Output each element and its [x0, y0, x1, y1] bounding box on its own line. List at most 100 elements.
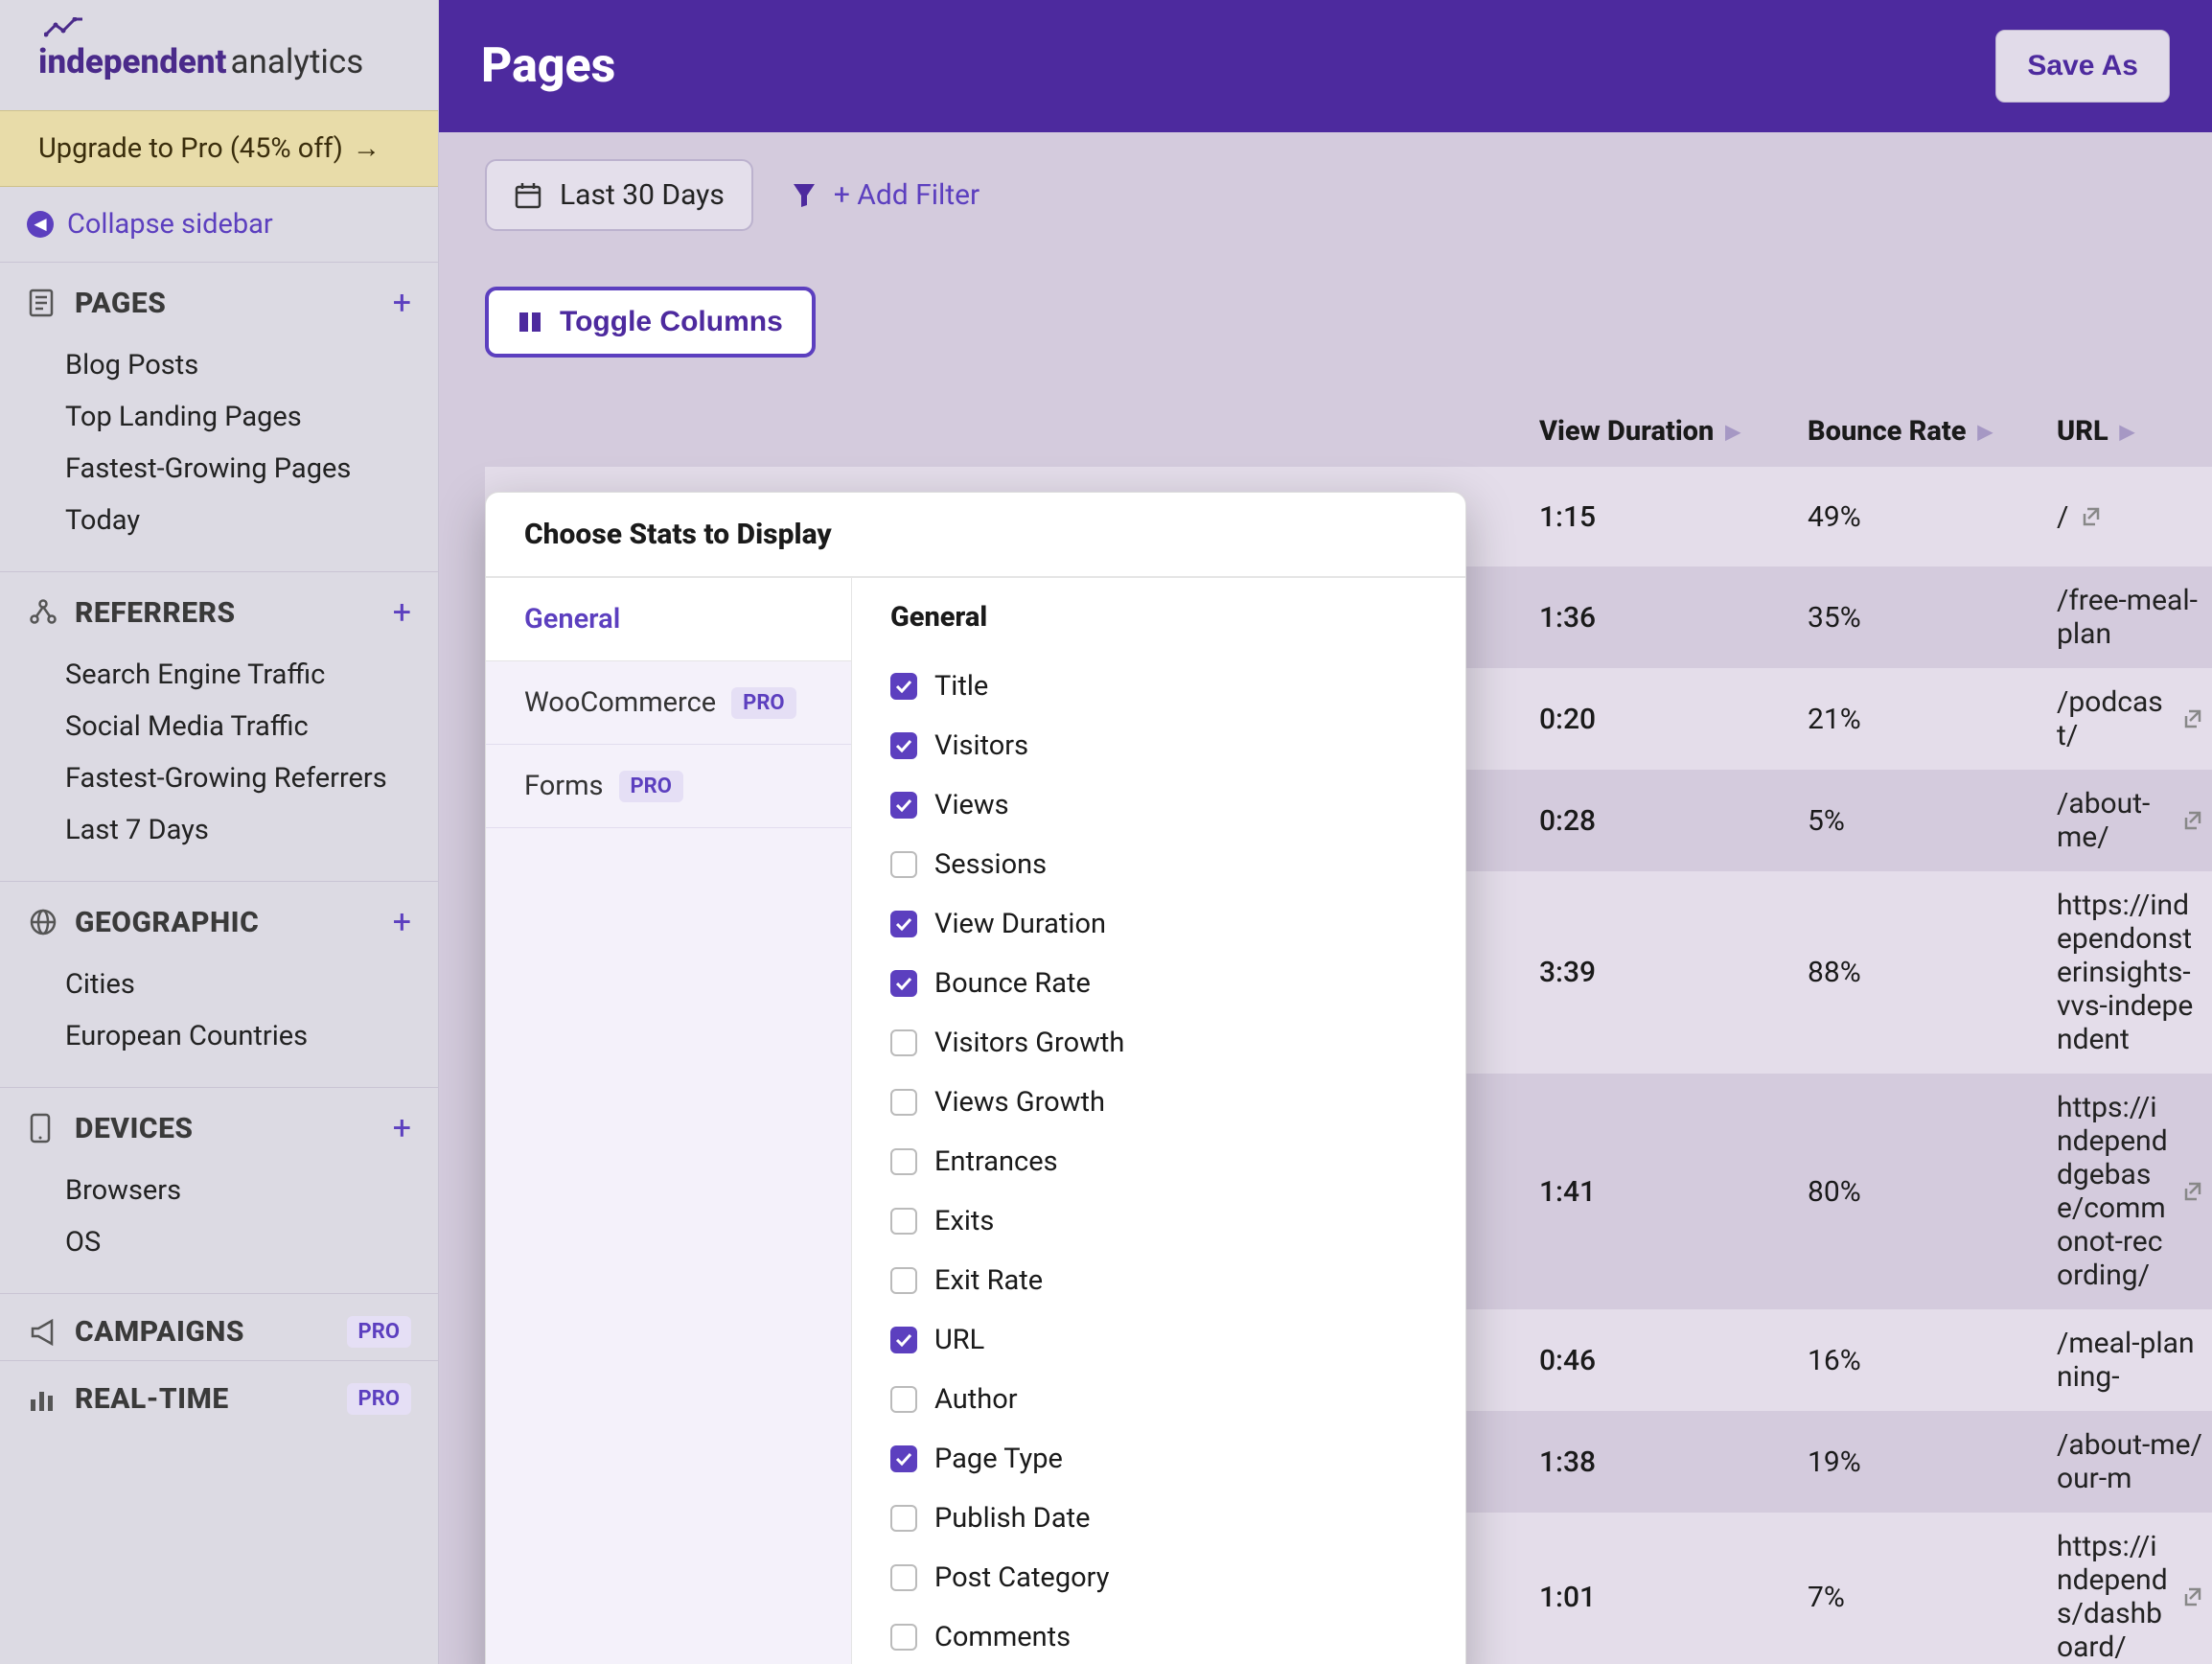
- column-option-entrances[interactable]: Entrances: [890, 1132, 1427, 1191]
- checkbox[interactable]: [890, 970, 917, 997]
- sidebar-item-pages-0[interactable]: Blog Posts: [0, 339, 438, 391]
- checkbox-label: Visitors Growth: [934, 1027, 1124, 1059]
- column-option-views[interactable]: Views: [890, 775, 1427, 835]
- cell-url[interactable]: /: [2057, 500, 2212, 534]
- checkbox[interactable]: [890, 792, 917, 819]
- column-option-bounce-rate[interactable]: Bounce Rate: [890, 954, 1427, 1013]
- sidebar-item-pages-1[interactable]: Top Landing Pages: [0, 391, 438, 443]
- upgrade-text: Upgrade to Pro (45% off): [38, 132, 343, 165]
- popover-tab-woocommerce[interactable]: WooCommercePRO: [486, 661, 851, 745]
- popover-tab-forms[interactable]: FormsPRO: [486, 745, 851, 828]
- checkbox[interactable]: [890, 1386, 917, 1413]
- checkbox-label: Views Growth: [934, 1086, 1105, 1119]
- popover-tab-general[interactable]: General: [486, 578, 851, 661]
- cell-view-duration: 3:39: [1539, 956, 1808, 989]
- upgrade-banner[interactable]: Upgrade to Pro (45% off) →: [0, 110, 438, 187]
- external-link-icon: [2080, 506, 2101, 527]
- column-option-title[interactable]: Title: [890, 657, 1427, 716]
- checkbox[interactable]: [890, 1564, 917, 1591]
- header-bounce-rate[interactable]: Bounce Rate▶: [1808, 415, 2057, 448]
- add-pages-report[interactable]: +: [393, 284, 411, 322]
- checkbox[interactable]: [890, 851, 917, 878]
- pages-icon: [29, 289, 56, 317]
- checkbox[interactable]: [890, 1148, 917, 1175]
- column-option-publish-date[interactable]: Publish Date: [890, 1489, 1427, 1548]
- section-header-campaigns[interactable]: CAMPAIGNS PRO: [0, 1293, 438, 1360]
- external-link-icon: [2181, 708, 2202, 729]
- checkbox[interactable]: [890, 1624, 917, 1651]
- cell-bounce-rate: 88%: [1808, 956, 2057, 989]
- column-option-view-duration[interactable]: View Duration: [890, 894, 1427, 954]
- save-as-button[interactable]: Save As: [1995, 30, 2170, 103]
- toggle-columns-button[interactable]: Toggle Columns: [485, 287, 816, 358]
- date-range-label: Last 30 Days: [560, 178, 725, 212]
- column-option-visitors[interactable]: Visitors: [890, 716, 1427, 775]
- cell-bounce-rate: 16%: [1808, 1344, 2057, 1377]
- section-header-devices: DEVICES +: [0, 1087, 438, 1159]
- checkbox[interactable]: [890, 1445, 917, 1472]
- sidebar-item-pages-3[interactable]: Today: [0, 495, 438, 546]
- sidebar-item-referrers-3[interactable]: Last 7 Days: [0, 804, 438, 856]
- checkbox[interactable]: [890, 732, 917, 759]
- popover-columns: General TitleVisitorsViewsSessionsView D…: [852, 578, 1465, 1664]
- collapse-sidebar[interactable]: ◀ Collapse sidebar: [0, 187, 438, 262]
- sidebar-item-referrers-1[interactable]: Social Media Traffic: [0, 701, 438, 752]
- section-header-geographic: GEOGRAPHIC +: [0, 881, 438, 953]
- add-devices-report[interactable]: +: [393, 1109, 411, 1147]
- header-url[interactable]: URL▶: [2057, 415, 2212, 448]
- column-option-post-category[interactable]: Post Category: [890, 1548, 1427, 1607]
- cell-url[interactable]: /meal-planning-: [2057, 1327, 2212, 1394]
- column-option-page-type[interactable]: Page Type: [890, 1429, 1427, 1489]
- column-option-visitors-growth[interactable]: Visitors Growth: [890, 1013, 1427, 1073]
- cell-url[interactable]: https://independonsterinsights-vvs-indep…: [2057, 889, 2212, 1056]
- add-geographic-report[interactable]: +: [393, 903, 411, 941]
- sidebar: independent analytics Upgrade to Pro (45…: [0, 0, 439, 1664]
- checkbox[interactable]: [890, 1505, 917, 1532]
- sidebar-item-geographic-0[interactable]: Cities: [0, 959, 438, 1010]
- column-option-views-growth[interactable]: Views Growth: [890, 1073, 1427, 1132]
- sidebar-item-pages-2[interactable]: Fastest-Growing Pages: [0, 443, 438, 495]
- checkbox[interactable]: [890, 1208, 917, 1235]
- date-range-button[interactable]: Last 30 Days: [485, 159, 753, 231]
- cell-url[interactable]: https://independdgebase/commonot-recordi…: [2057, 1091, 2212, 1292]
- section-header-realtime[interactable]: REAL-TIME PRO: [0, 1360, 438, 1427]
- checkbox[interactable]: [890, 1327, 917, 1353]
- checkbox[interactable]: [890, 911, 917, 937]
- header-view-duration[interactable]: View Duration▶: [1539, 415, 1808, 448]
- sidebar-item-devices-1[interactable]: OS: [0, 1216, 438, 1268]
- sidebar-item-referrers-2[interactable]: Fastest-Growing Referrers: [0, 752, 438, 804]
- external-link-icon: [2181, 1181, 2202, 1202]
- logo-text-thin: analytics: [231, 42, 364, 81]
- checkbox[interactable]: [890, 1089, 917, 1116]
- checkbox-label: Title: [934, 670, 988, 703]
- sidebar-item-devices-0[interactable]: Browsers: [0, 1165, 438, 1216]
- checkbox[interactable]: [890, 1029, 917, 1056]
- column-option-sessions[interactable]: Sessions: [890, 835, 1427, 894]
- cell-bounce-rate: 21%: [1808, 703, 2057, 736]
- pro-badge: PRO: [731, 687, 795, 719]
- column-option-exits[interactable]: Exits: [890, 1191, 1427, 1251]
- column-option-exit-rate[interactable]: Exit Rate: [890, 1251, 1427, 1310]
- column-option-author[interactable]: Author: [890, 1370, 1427, 1429]
- checkbox-label: Author: [934, 1383, 1018, 1416]
- megaphone-icon: [29, 1319, 56, 1346]
- cell-url[interactable]: https://independs/dashboard/: [2057, 1530, 2212, 1664]
- cell-url[interactable]: /about-me/our-m: [2057, 1428, 2212, 1495]
- column-option-comments[interactable]: Comments: [890, 1607, 1427, 1664]
- cell-url[interactable]: /about-me/: [2057, 787, 2212, 854]
- campaigns-header: CAMPAIGNS: [75, 1315, 244, 1349]
- cell-bounce-rate: 5%: [1808, 804, 2057, 838]
- cell-url[interactable]: /podcast/: [2057, 685, 2212, 752]
- collapse-icon: ◀: [27, 211, 54, 238]
- add-filter-button[interactable]: + Add Filter: [792, 178, 979, 212]
- checkbox[interactable]: [890, 673, 917, 700]
- cell-url[interactable]: /free-meal-plan: [2057, 584, 2212, 651]
- add-referrers-report[interactable]: +: [393, 593, 411, 632]
- checkbox-label: Publish Date: [934, 1502, 1090, 1535]
- cell-view-duration: 1:41: [1539, 1175, 1808, 1209]
- checkbox[interactable]: [890, 1267, 917, 1294]
- sidebar-item-geographic-1[interactable]: European Countries: [0, 1010, 438, 1062]
- sidebar-item-referrers-0[interactable]: Search Engine Traffic: [0, 649, 438, 701]
- column-option-url[interactable]: URL: [890, 1310, 1427, 1370]
- cell-view-duration: 0:46: [1539, 1344, 1808, 1377]
